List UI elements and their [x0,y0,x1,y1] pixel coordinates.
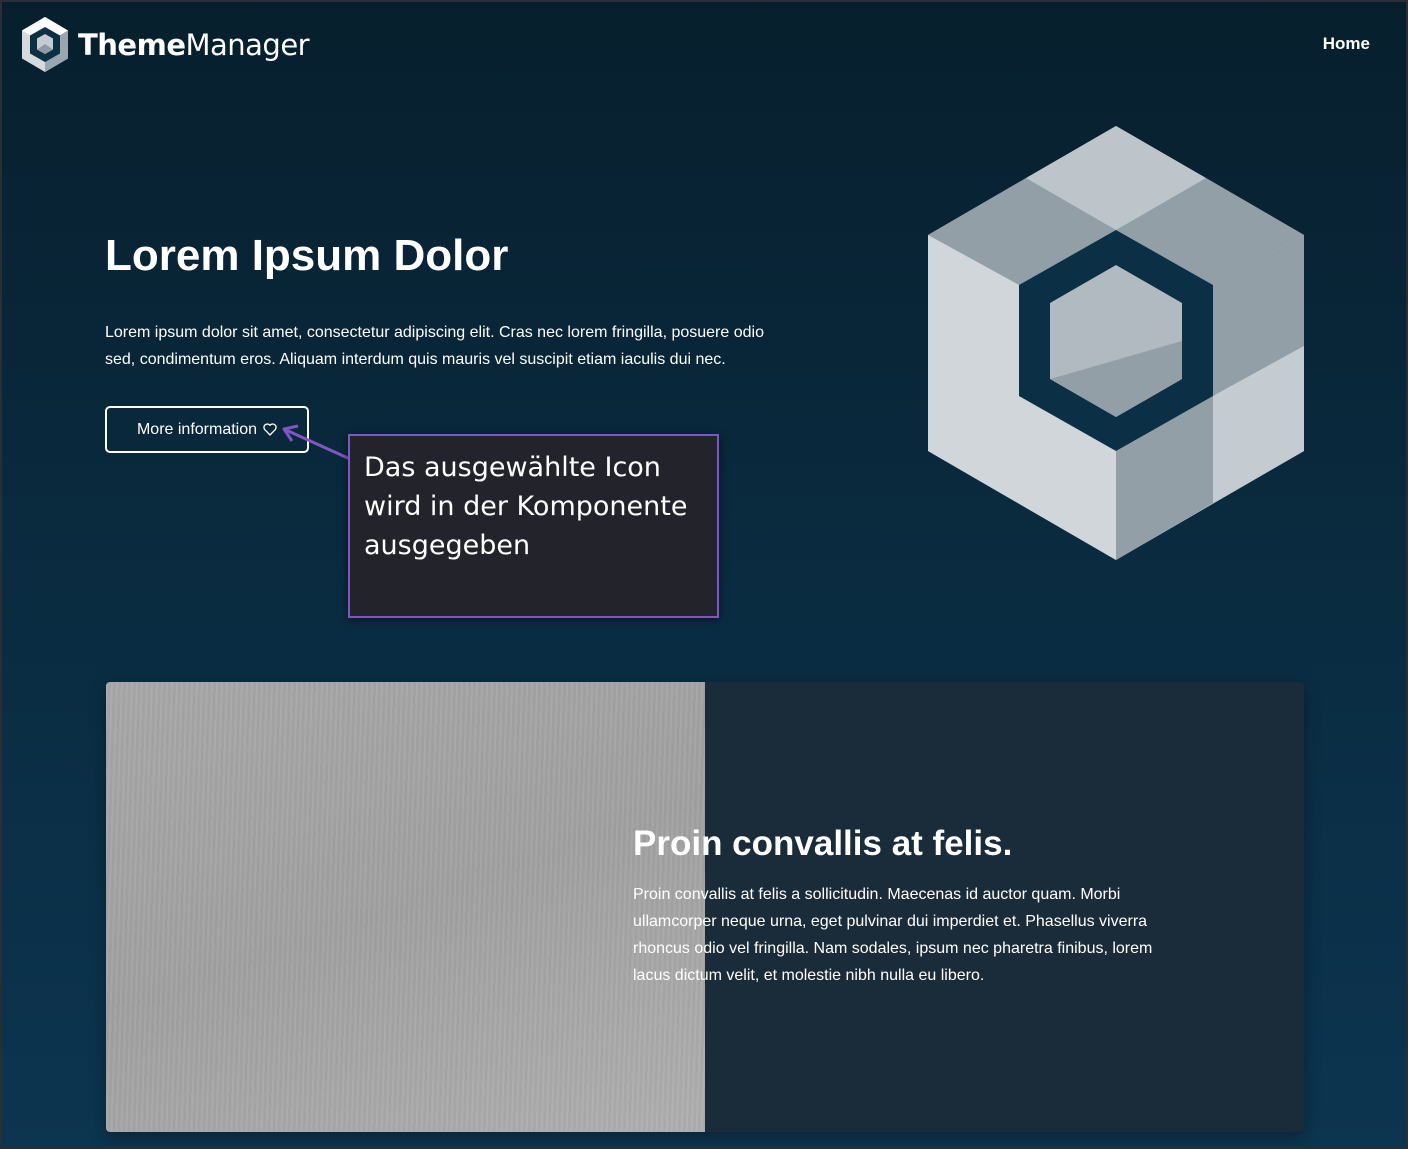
more-information-label: More information [136,420,258,438]
card-image [106,682,705,1132]
logo[interactable]: ThemeManager [20,16,310,73]
card-text: Proin convallis at felis a sollicitudin.… [633,886,1153,984]
hero-title: Lorem Ipsum Dolor [105,231,509,280]
nav-home-link[interactable]: Home [1323,34,1370,54]
card-title: Proin convallis at felis. [633,824,1013,863]
hero-cube-illustration [928,126,1304,560]
logo-wordmark: ThemeManager [78,27,310,62]
cube-logo-icon [22,17,68,72]
annotation-callout: Das ausgewählte Icon wird in der Kompone… [348,434,719,618]
hero-text: Lorem ipsum dolor sit amet, consectetur … [105,324,764,368]
